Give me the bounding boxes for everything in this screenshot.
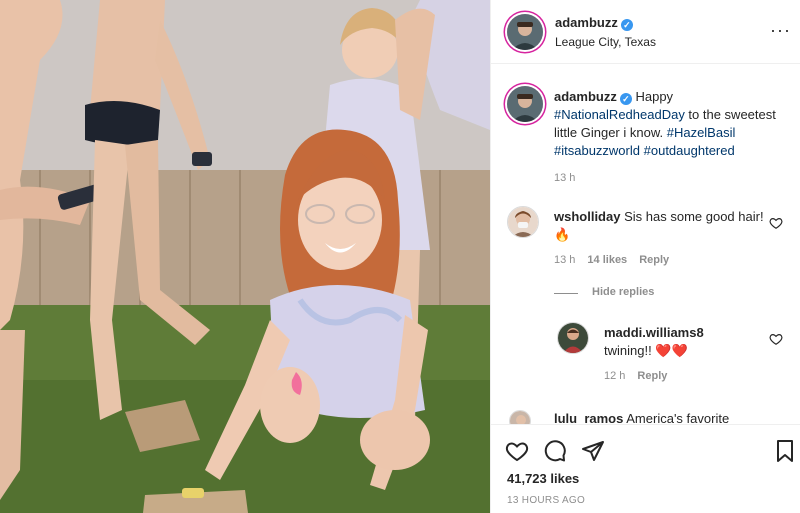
caption-meta: 13 h (554, 172, 587, 184)
comment-username[interactable]: wsholliday (554, 209, 620, 224)
comment-username[interactable]: maddi.williams8 (604, 325, 704, 340)
comment-time[interactable]: 12 h (604, 370, 625, 382)
comment-meta: 12 h Reply (604, 370, 679, 382)
post-location[interactable]: League City, Texas (555, 35, 656, 49)
caption-time[interactable]: 13 h (554, 172, 575, 184)
post-actions: 41,723 likes 13 HOURS AGO (491, 424, 800, 513)
post-timestamp[interactable]: 13 HOURS AGO (507, 495, 585, 506)
post-photo[interactable] (0, 0, 490, 513)
hashtag-outdaughtered[interactable]: #outdaughtered (644, 143, 735, 158)
caption-text-start: Happy (635, 89, 674, 104)
save-bookmark-icon[interactable] (773, 439, 797, 463)
comment-meta: 13 h 14 likes Reply (554, 254, 681, 266)
likes-count[interactable]: 41,723 likes (507, 471, 579, 486)
caption-avatar[interactable] (507, 86, 543, 122)
caption-text: adambuzz ✓ Happy #NationalRedheadDay to t… (554, 88, 789, 160)
photo-illustration (0, 0, 490, 513)
comments-section[interactable]: adambuzz ✓ Happy #NationalRedheadDay to t… (491, 64, 800, 424)
like-comment-heart-icon[interactable] (769, 216, 783, 230)
comment-body: America's favorite (626, 411, 730, 424)
author-avatar[interactable] (507, 14, 543, 50)
commenter-avatar[interactable] (557, 322, 589, 354)
more-dots-icon[interactable]: ··· (770, 20, 791, 41)
share-send-icon[interactable] (581, 439, 605, 463)
commenter-avatar[interactable] (509, 410, 531, 424)
hashtag-itsabuzzworld[interactable]: #itsabuzzworld (554, 143, 640, 158)
comment-text: maddi.williams8 twining!! ❤️❤️ (604, 324, 774, 360)
like-comment-heart-icon[interactable] (769, 332, 783, 346)
author-username[interactable]: adambuzz (555, 15, 618, 30)
like-heart-icon[interactable] (505, 439, 529, 463)
comment-likes[interactable]: 14 likes (587, 254, 627, 266)
post-header: adambuzz ✓ League City, Texas ··· (491, 0, 800, 64)
hide-replies-button[interactable]: Hide replies (592, 286, 654, 298)
comment-username[interactable]: lulu_ramos (554, 411, 623, 424)
comment-time[interactable]: 13 h (554, 254, 575, 266)
caption-username[interactable]: adambuzz (554, 89, 617, 104)
hide-replies-row[interactable]: Hide replies (554, 286, 674, 300)
verified-badge-icon: ✓ (619, 93, 632, 105)
post-side-panel: adambuzz ✓ League City, Texas ··· adambuz… (490, 0, 800, 513)
comment-text: wsholliday Sis has some good hair! 🔥 (554, 208, 764, 244)
verified-badge-icon: ✓ (620, 19, 633, 31)
replies-divider (554, 293, 578, 294)
hashtag-nationalredheadday[interactable]: #NationalRedheadDay (554, 107, 685, 122)
reply-button[interactable]: Reply (637, 370, 667, 382)
comment-bubble-icon[interactable] (543, 439, 567, 463)
comment-body: twining!! ❤️❤️ (604, 343, 688, 358)
commenter-avatar[interactable] (507, 206, 539, 238)
comment-text: lulu_ramos America's favorite (554, 410, 774, 424)
reply-button[interactable]: Reply (639, 254, 669, 266)
hashtag-hazelbasil[interactable]: #HazelBasil (667, 125, 736, 140)
